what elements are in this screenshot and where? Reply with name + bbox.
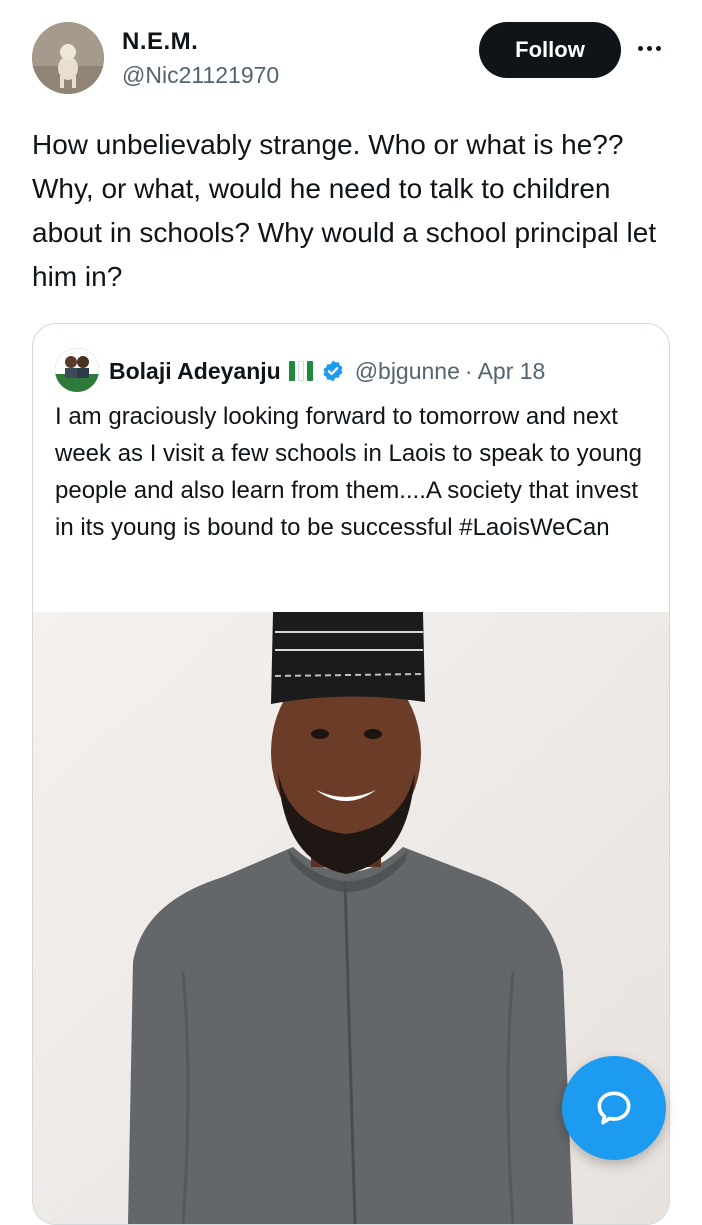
more-dot (638, 45, 643, 51)
tweet-text: How unbelievably strange. Who or what is… (32, 129, 657, 292)
author-display-name[interactable]: N.E.M. (122, 28, 198, 56)
quoted-header: Bolaji Adeyanju @bjgunne · Apr 18 (109, 354, 545, 388)
more-dot (656, 45, 661, 51)
compose-message-icon (597, 1091, 631, 1125)
more-dot (647, 45, 652, 51)
quoted-display-name[interactable]: Bolaji Adeyanju (109, 358, 281, 385)
verified-badge-icon (323, 360, 343, 382)
author-avatar[interactable] (32, 22, 104, 94)
quoted-avatar-image (55, 348, 99, 392)
avatar-image (32, 22, 104, 94)
quoted-date[interactable]: Apr 18 (478, 358, 546, 385)
separator-dot: · (464, 357, 473, 384)
nigeria-flag-icon (288, 361, 313, 381)
author-handle[interactable]: @Nic21121970 (122, 62, 279, 89)
follow-button[interactable]: Follow (479, 22, 621, 78)
quoted-handle[interactable]: @bjgunne (355, 358, 460, 385)
more-horizontal-icon[interactable] (638, 38, 670, 58)
quoted-author-avatar[interactable] (55, 348, 99, 392)
quoted-tweet-text: I am graciously looking forward to tomor… (55, 403, 642, 541)
compose-message-button[interactable] (562, 1056, 666, 1160)
